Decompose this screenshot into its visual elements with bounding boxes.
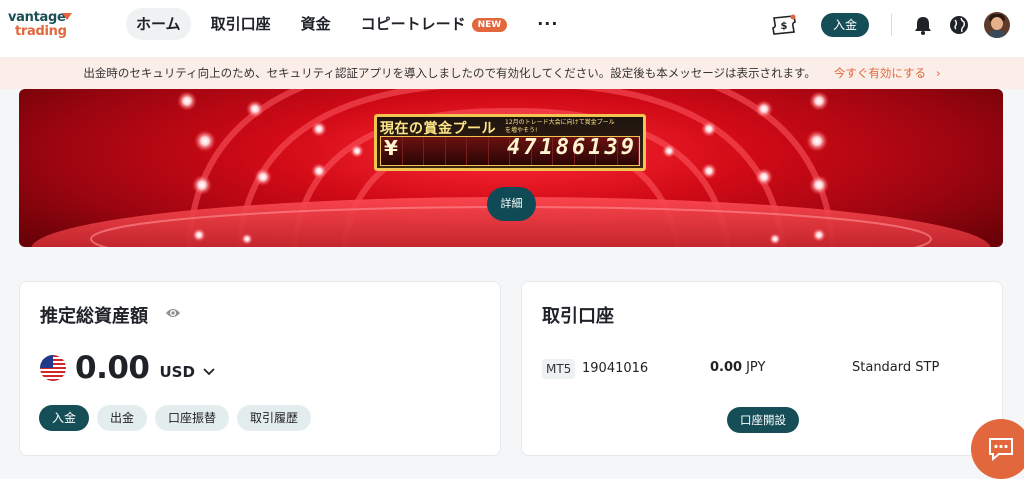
- nav-home[interactable]: ホーム: [126, 8, 191, 40]
- prize-pool-subtitle: 12月のトレード大会に向けて賞金プールを増やそう!: [505, 119, 615, 134]
- account-row[interactable]: MT5 19041016 0.00 JPY Standard STP: [542, 358, 982, 380]
- counter-cell: [445, 137, 467, 165]
- withdraw-button[interactable]: 出金: [97, 405, 148, 431]
- new-badge: NEW: [471, 18, 508, 32]
- estimated-assets-title: 推定総資産額: [40, 306, 148, 327]
- yen-symbol: ¥: [384, 136, 398, 160]
- vantage-logo[interactable]: vantage trading: [8, 10, 78, 40]
- transfer-button[interactable]: 口座振替: [155, 405, 230, 431]
- header-tools: $ 入金: [771, 12, 1010, 38]
- header-divider: [891, 14, 892, 36]
- logo-text-trading: trading: [15, 24, 67, 39]
- enable-now-link[interactable]: 今すぐ有効にする ›: [834, 65, 941, 81]
- nav-copy-trade[interactable]: コピートレード NEW: [351, 8, 518, 40]
- avatar-shirt: [987, 30, 1007, 38]
- deposit-label: 入金: [52, 411, 77, 425]
- chat-button[interactable]: [971, 419, 1024, 479]
- svg-text:$: $: [781, 21, 788, 32]
- user-avatar[interactable]: [984, 12, 1010, 38]
- counter-cell: [424, 137, 446, 165]
- total-assets-amount: 0.00: [75, 350, 150, 386]
- prize-pool-sign: 現在の賞金プール 12月のトレード大会に向けて賞金プールを増やそう! ¥ 471…: [374, 114, 646, 171]
- platform-badge: MT5: [542, 359, 576, 379]
- bell-icon[interactable]: [912, 14, 934, 36]
- account-balance-value: 0.00: [710, 360, 743, 375]
- main-nav: ホーム 取引口座 資金 コピートレード NEW ···: [126, 8, 578, 40]
- account-number: 19041016: [582, 361, 649, 376]
- chevron-down-icon[interactable]: [203, 368, 215, 376]
- nav-home-label: ホーム: [136, 15, 181, 33]
- currency-selector-label[interactable]: USD: [160, 363, 195, 381]
- nav-funds-label: 資金: [300, 15, 331, 33]
- nav-copy-trade-label: コピートレード: [360, 15, 466, 33]
- trade-history-label: 取引履歴: [250, 411, 299, 425]
- account-currency: JPY: [746, 360, 766, 375]
- account-balance: 0.00 JPY: [710, 360, 765, 375]
- chat-bubble-icon: [989, 438, 1013, 462]
- trading-accounts-card: 取引口座 MT5 19041016 0.00 JPY Standard STP 口…: [521, 281, 1003, 456]
- trade-history-button[interactable]: 取引履歴: [237, 405, 312, 431]
- prize-pool-banner[interactable]: 現在の賞金プール 12月のトレード大会に向けて賞金プールを増やそう! ¥ 471…: [19, 89, 1003, 247]
- security-notice-text: 出金時のセキュリティ向上のため、セキュリティ認証アプリを導入しましたので有効化し…: [83, 66, 816, 80]
- nav-more-button[interactable]: ···: [527, 8, 568, 40]
- deposit-button[interactable]: 入金: [39, 405, 90, 431]
- transfer-label: 口座振替: [168, 411, 217, 425]
- prize-pool-amount: 47186139: [507, 135, 637, 160]
- globe-icon[interactable]: [948, 14, 970, 36]
- trading-accounts-title: 取引口座: [542, 306, 614, 327]
- nav-trading-accounts-label: 取引口座: [210, 15, 271, 33]
- header-deposit-label: 入金: [832, 18, 857, 32]
- banner-details-button[interactable]: 詳細: [487, 187, 536, 221]
- ticket-dollar-icon[interactable]: $: [771, 14, 797, 36]
- balance-row: 0.00 USD: [39, 348, 215, 388]
- account-type: Standard STP: [852, 360, 940, 375]
- withdraw-label: 出金: [110, 411, 135, 425]
- security-notice-bar: 出金時のセキュリティ向上のため、セキュリティ認証アプリを導入しましたので有効化し…: [0, 57, 1024, 89]
- open-account-label: 口座開設: [740, 413, 786, 427]
- asset-actions: 入金 出金 口座振替 取引履歴: [39, 405, 319, 431]
- avatar-face: [991, 17, 1003, 30]
- open-account-button[interactable]: 口座開設: [727, 407, 799, 433]
- chevron-right-icon: ›: [936, 66, 941, 80]
- us-flag-icon: [40, 355, 66, 381]
- banner-details-label: 詳細: [500, 197, 523, 210]
- nav-trading-accounts[interactable]: 取引口座: [201, 8, 281, 40]
- prize-pool-title: 現在の賞金プール: [380, 121, 496, 137]
- enable-now-label: 今すぐ有効にする: [833, 66, 927, 80]
- estimated-assets-card: 推定総資産額 0.00 USD 入金 出金 口座振替 取引履歴: [19, 281, 501, 456]
- nav-funds[interactable]: 資金: [291, 8, 341, 40]
- counter-cell: [402, 137, 424, 165]
- counter-cell: [467, 137, 489, 165]
- header-deposit-button[interactable]: 入金: [820, 13, 869, 37]
- eye-icon[interactable]: [165, 305, 181, 321]
- more-dots-icon: ···: [537, 14, 559, 33]
- logo-mark-icon: [62, 13, 72, 20]
- logo-text-vantage: vantage: [8, 10, 66, 25]
- top-navigation-bar: vantage trading ホーム 取引口座 資金 コピートレード NEW ·…: [0, 0, 1024, 57]
